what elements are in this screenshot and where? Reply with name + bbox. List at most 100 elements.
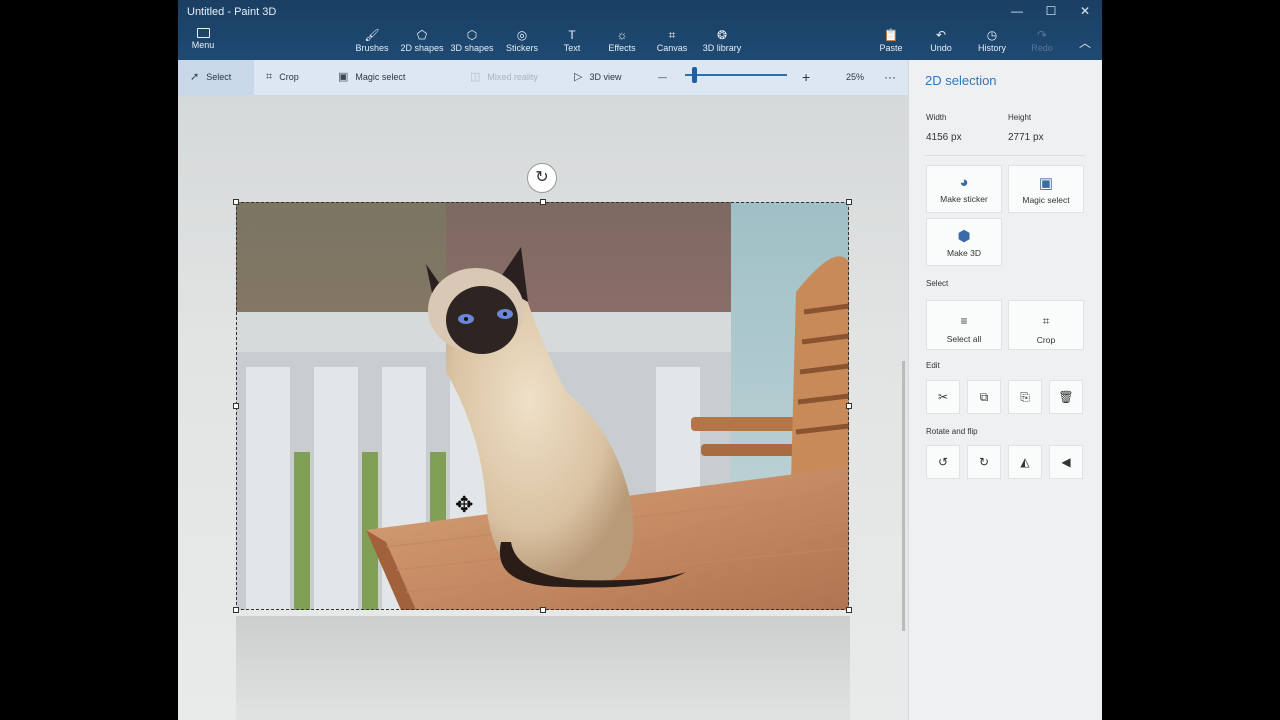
paste-panel-button[interactable]: ⎘ [1008, 380, 1042, 414]
flip-horizontal-icon: ◭ [1020, 455, 1030, 469]
more-options-button[interactable]: ··· [884, 60, 896, 95]
3d-library-icon: ❂ [716, 28, 728, 42]
make-3d-button[interactable]: ⬢ Make 3D [926, 218, 1002, 266]
resize-handle-sw[interactable] [233, 607, 239, 613]
tool-label: 2D shapes [400, 43, 444, 53]
canvas-area[interactable]: ↻ ✥ [178, 96, 908, 720]
sticker-icon: ◎ [516, 28, 528, 42]
resize-handle-ne[interactable] [846, 199, 852, 205]
resize-handle-s[interactable] [540, 607, 546, 613]
minimize-button[interactable]: — [1000, 4, 1034, 18]
tool-canvas[interactable]: ⌗ Canvas [646, 28, 698, 53]
edit-section-label: Edit [926, 361, 940, 370]
redo-button[interactable]: ↷ Redo [1016, 28, 1068, 53]
width-field[interactable]: 4156 px [926, 132, 962, 143]
selection-border[interactable] [236, 202, 849, 610]
rotate-right-icon: ↻ [978, 455, 990, 469]
undo-button[interactable]: ↶ Undo [915, 28, 967, 53]
cube-icon: ⬢ [957, 228, 971, 245]
selection-toolbar: ➚ Select ⌗ Crop ▣ Magic select ◫ Mixed reali… [178, 60, 908, 96]
history-icon: ◷ [986, 28, 998, 42]
tool-label: Brushes [355, 43, 389, 53]
main-toolbar: Untitled - Paint 3D — ☐ ✕ Menu 🖌 Brushes… [178, 0, 1102, 60]
tool-brushes[interactable]: 🖌 Brushes [346, 28, 398, 53]
resize-handle-se[interactable] [846, 607, 852, 613]
crop-label: Crop [1036, 335, 1056, 345]
rotate-section-label: Rotate and flip [926, 427, 978, 436]
menu-button[interactable]: Menu [190, 28, 216, 50]
3d-view-label: 3D view [589, 72, 622, 82]
zoom-out-button[interactable]: — [658, 60, 667, 95]
paste-button[interactable]: 📋 Paste [865, 28, 917, 53]
select-tool-button[interactable]: ➚ Select [178, 60, 254, 95]
tool-3d-shapes[interactable]: ⬡ 3D shapes [446, 28, 498, 53]
tool-label: 3D shapes [450, 43, 494, 53]
make-sticker-button[interactable]: ◕ Make sticker [926, 165, 1002, 213]
zoom-slider-thumb[interactable] [692, 67, 697, 83]
trash-icon: 🗑 [1058, 390, 1074, 404]
tool-2d-shapes[interactable]: ⬠ 2D shapes [396, 28, 448, 53]
select-all-button[interactable]: ≡ Select all [926, 300, 1002, 350]
menu-label: Menu [191, 40, 215, 50]
width-label: Width [926, 113, 947, 122]
window-title: Untitled - Paint 3D [187, 6, 277, 18]
maximize-button[interactable]: ☐ [1034, 4, 1068, 18]
rotate-right-button[interactable]: ↻ [967, 445, 1001, 479]
copy-button[interactable]: ⧉ [967, 380, 1001, 414]
select-all-label: Select all [946, 334, 982, 344]
cursor-icon: ➚ [190, 71, 200, 83]
crop-button[interactable]: ⌗ Crop [266, 60, 299, 95]
mixed-reality-icon: ◫ [470, 71, 481, 83]
tool-label: Effects [608, 43, 636, 53]
sticker-icon: ◕ [959, 174, 969, 191]
paste-icon: ⎘ [1020, 390, 1030, 404]
vertical-scrollbar[interactable] [902, 361, 905, 631]
tool-effects[interactable]: ☼ Effects [596, 28, 648, 53]
2d-shapes-icon: ⬠ [416, 28, 428, 42]
3d-view-icon: ▷ [574, 71, 583, 83]
height-field[interactable]: 2771 px [1008, 132, 1044, 143]
3d-view-button[interactable]: ▷ 3D view [574, 60, 621, 95]
select-label: Select [206, 72, 232, 82]
select-section-label: Select [926, 279, 949, 288]
crop-icon: ⌗ [1042, 314, 1050, 328]
folder-icon [196, 28, 210, 38]
rotate-left-icon: ↺ [937, 455, 949, 469]
tool-label: Undo [930, 43, 952, 53]
zoom-slider-track[interactable] [685, 74, 787, 76]
make-sticker-label: Make sticker [940, 194, 988, 204]
tool-stickers[interactable]: ◎ Stickers [496, 28, 548, 53]
make-3d-label: Make 3D [946, 248, 981, 258]
close-button[interactable]: ✕ [1068, 4, 1102, 18]
mixed-reality-button[interactable]: ◫ Mixed reality [470, 60, 538, 95]
paint-3d-window: Untitled - Paint 3D — ☐ ✕ Menu 🖌 Brushes… [178, 0, 1102, 720]
resize-handle-e[interactable] [846, 403, 852, 409]
collapse-toolbar-button[interactable]: ︿ [1068, 34, 1102, 51]
tool-label: Canvas [656, 43, 688, 53]
zoom-in-button[interactable]: + [802, 60, 810, 95]
cut-button[interactable]: ✂ [926, 380, 960, 414]
flip-vertical-icon: ◀ [1061, 455, 1071, 469]
panel-crop-button[interactable]: ⌗ Crop [1008, 300, 1084, 350]
image-reflection [236, 616, 850, 720]
tool-text[interactable]: T Text [546, 28, 598, 53]
mixed-reality-label: Mixed reality [487, 72, 538, 82]
magic-select-label: Magic select [1022, 195, 1070, 205]
resize-handle-n[interactable] [540, 199, 546, 205]
delete-button[interactable]: 🗑 [1049, 380, 1083, 414]
rotate-left-button[interactable]: ↺ [926, 445, 960, 479]
flip-vertical-button[interactable]: ◀ [1049, 445, 1083, 479]
magic-select-button[interactable]: ▣ Magic select [338, 60, 405, 95]
tool-3d-library[interactable]: ❂ 3D library [696, 28, 748, 53]
panel-magic-select-button[interactable]: ▣ Magic select [1008, 165, 1084, 213]
history-button[interactable]: ◷ History [966, 28, 1018, 53]
undo-icon: ↶ [935, 28, 947, 42]
height-label: Height [1008, 113, 1032, 122]
resize-handle-nw[interactable] [233, 199, 239, 205]
resize-handle-w[interactable] [233, 403, 239, 409]
effects-icon: ☼ [616, 28, 628, 42]
rotate-handle-icon[interactable]: ↻ [527, 163, 557, 193]
magic-select-icon: ▣ [338, 71, 349, 83]
magic-select-label: Magic select [355, 72, 406, 82]
flip-horizontal-button[interactable]: ◭ [1008, 445, 1042, 479]
